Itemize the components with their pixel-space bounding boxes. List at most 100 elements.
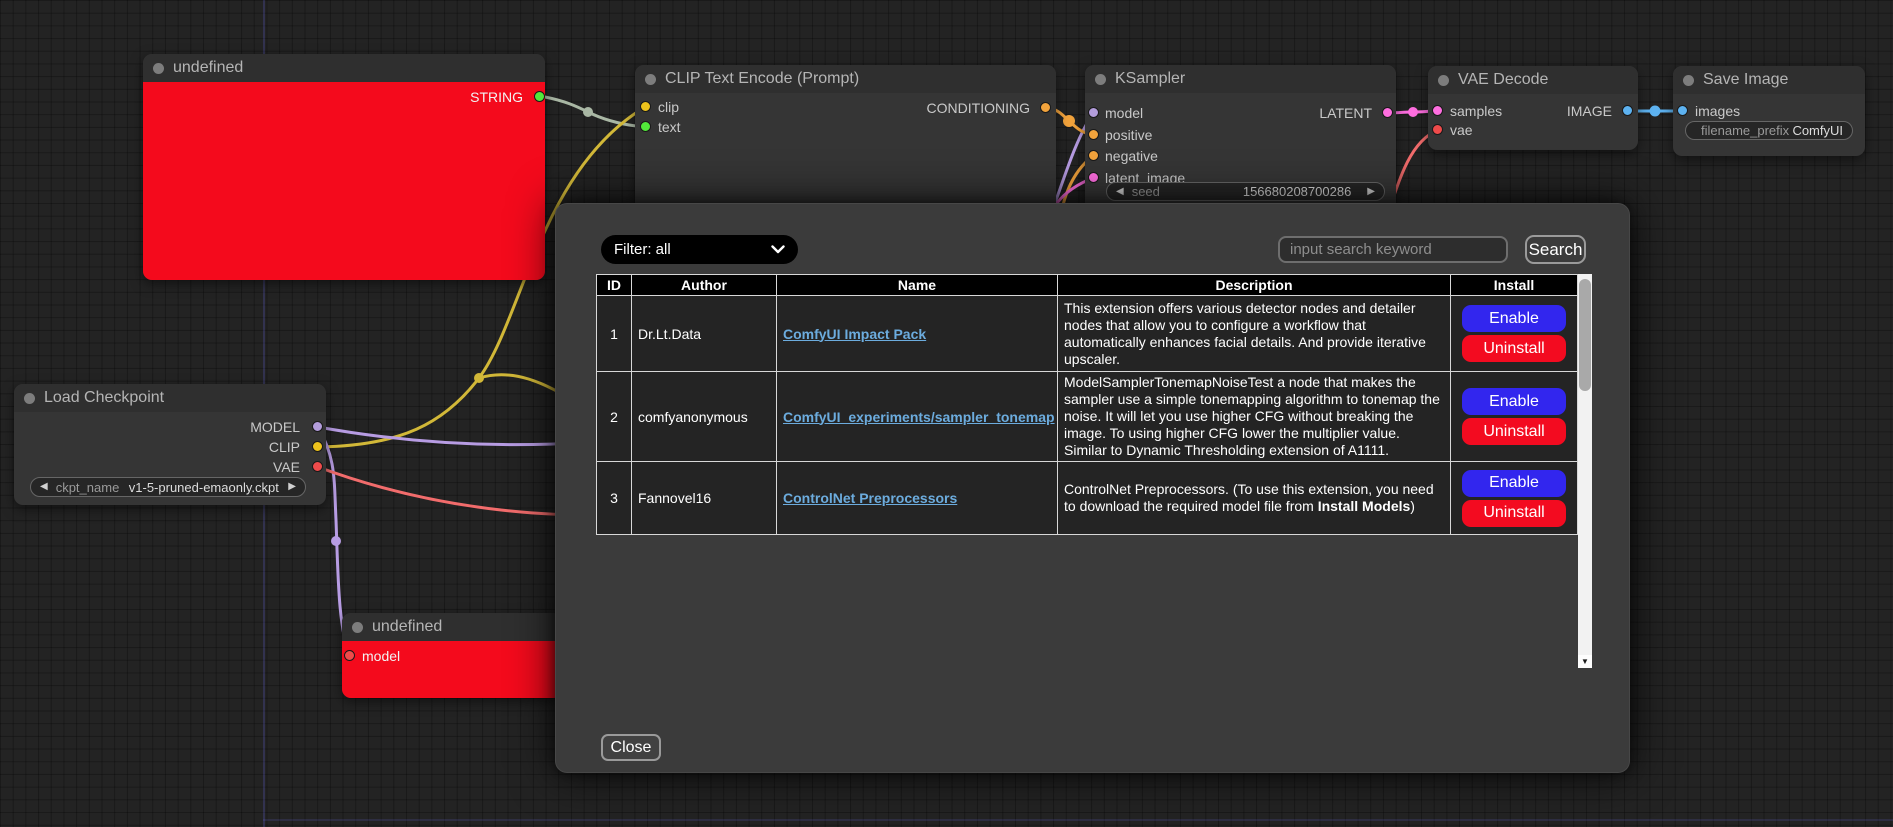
negative-input-port[interactable] [1088, 150, 1099, 161]
header-description: Description [1058, 275, 1451, 296]
node-title: Load Checkpoint [44, 389, 164, 407]
extensions-table: ID Author Name Description Install 1 Dr.… [596, 274, 1578, 535]
clip-input-port[interactable] [640, 101, 651, 112]
widget-value: 156680208700286 [1243, 184, 1351, 199]
node-collapse-dot[interactable] [153, 63, 164, 74]
scrollbar-down-arrow-icon[interactable]: ▼ [1578, 655, 1592, 668]
node-error-body [143, 82, 545, 280]
node-load-checkpoint[interactable]: Load Checkpoint MODEL CLIP VAE ◀ ckpt_na… [14, 384, 326, 505]
node-vae-decode[interactable]: VAE Decode samples vae IMAGE [1428, 66, 1638, 150]
cell-install: Enable Uninstall [1451, 372, 1578, 462]
output-label: CONDITIONING [927, 101, 1030, 116]
node-title: VAE Decode [1458, 71, 1548, 89]
model-output-port[interactable] [312, 421, 323, 432]
filename-prefix-widget[interactable]: filename_prefix ComfyUI [1685, 121, 1853, 140]
cell-description: ControlNet Preprocessors. (To use this e… [1058, 462, 1451, 535]
search-button[interactable]: Search [1525, 235, 1586, 264]
vae-input-port[interactable] [1432, 124, 1443, 135]
node-collapse-dot[interactable] [1683, 75, 1694, 86]
table-header-row: ID Author Name Description Install [597, 275, 1578, 296]
output-label: CLIP [269, 440, 300, 455]
extension-link[interactable]: ComfyUI Impact Pack [783, 326, 926, 342]
enable-button[interactable]: Enable [1462, 388, 1566, 415]
node-collapse-dot[interactable] [352, 622, 363, 633]
image-output-port[interactable] [1622, 105, 1633, 116]
node-title: KSampler [1115, 70, 1185, 88]
node-undefined-bottom[interactable]: undefined model [342, 613, 562, 698]
model-input-port[interactable] [344, 650, 355, 661]
cell-description: This extension offers various detector n… [1058, 296, 1451, 372]
samples-input-port[interactable] [1432, 105, 1443, 116]
latent-image-input-port[interactable] [1088, 172, 1099, 183]
header-name: Name [777, 275, 1058, 296]
extension-link[interactable]: ControlNet Preprocessors [783, 490, 957, 506]
cell-id: 3 [597, 462, 632, 535]
uninstall-button[interactable]: Uninstall [1462, 335, 1566, 362]
table-scrollbar[interactable]: ▼ [1578, 274, 1592, 668]
node-ksampler[interactable]: KSampler model positive negative latent_… [1085, 65, 1396, 215]
wire-string [545, 97, 645, 127]
node-collapse-dot[interactable] [645, 74, 656, 85]
seed-decrement-icon[interactable]: ◀ [1116, 187, 1124, 197]
input-label: clip [658, 100, 679, 115]
ckpt-next-icon[interactable]: ▶ [288, 482, 296, 492]
input-label: positive [1105, 128, 1152, 143]
input-label: negative [1105, 149, 1158, 164]
positive-input-port[interactable] [1088, 129, 1099, 140]
input-label: text [658, 120, 681, 135]
search-input[interactable] [1278, 236, 1508, 263]
latent-output-port[interactable] [1382, 107, 1393, 118]
cell-author: Dr.Lt.Data [632, 296, 777, 372]
node-collapse-dot[interactable] [1095, 74, 1106, 85]
seed-widget[interactable]: ◀ seed 156680208700286 ▶ [1106, 182, 1385, 201]
node-title: CLIP Text Encode (Prompt) [665, 70, 859, 88]
clip-output-port[interactable] [312, 441, 323, 452]
wire-image-dot [1650, 106, 1661, 117]
node-title: Save Image [1703, 71, 1788, 89]
vae-output-port[interactable] [312, 461, 323, 472]
wire-clip-dot [474, 373, 484, 383]
cell-description: ModelSamplerTonemapNoiseTest a node that… [1058, 372, 1451, 462]
string-output-port[interactable] [534, 91, 545, 102]
node-clip-text-encode[interactable]: CLIP Text Encode (Prompt) clip text COND… [635, 65, 1056, 225]
table-row: 3 Fannovel16 ControlNet Preprocessors Co… [597, 462, 1578, 535]
node-title: undefined [173, 59, 243, 77]
output-label: IMAGE [1567, 104, 1612, 119]
header-id: ID [597, 275, 632, 296]
filter-select[interactable]: Filter: all [601, 235, 798, 264]
conditioning-output-port[interactable] [1040, 102, 1051, 113]
cell-author: Fannovel16 [632, 462, 777, 535]
table-row: 1 Dr.Lt.Data ComfyUI Impact Pack This ex… [597, 296, 1578, 372]
ckpt-prev-icon[interactable]: ◀ [40, 482, 48, 492]
widget-name: seed [1132, 184, 1160, 199]
extension-link[interactable]: ComfyUI_experiments/sampler_tonemap [783, 409, 1055, 425]
widget-value: v1-5-pruned-emaonly.ckpt [129, 480, 279, 495]
input-label: samples [1450, 104, 1502, 119]
close-button[interactable]: Close [601, 734, 661, 761]
wire-model-dot [331, 536, 341, 546]
node-undefined-top[interactable]: undefined STRING [143, 54, 545, 280]
input-label: vae [1450, 123, 1473, 138]
input-label: model [1105, 106, 1143, 121]
cell-author: comfyanonymous [632, 372, 777, 462]
chevron-down-icon [771, 245, 785, 254]
node-collapse-dot[interactable] [24, 393, 35, 404]
enable-button[interactable]: Enable [1462, 305, 1566, 332]
uninstall-button[interactable]: Uninstall [1462, 418, 1566, 445]
model-input-port[interactable] [1088, 107, 1099, 118]
output-label: MODEL [250, 420, 300, 435]
cell-install: Enable Uninstall [1451, 462, 1578, 535]
seed-increment-icon[interactable]: ▶ [1367, 187, 1375, 197]
scrollbar-thumb[interactable] [1579, 279, 1591, 391]
header-install: Install [1451, 275, 1578, 296]
extensions-table-wrap: ID Author Name Description Install 1 Dr.… [596, 274, 1592, 668]
images-input-port[interactable] [1677, 105, 1688, 116]
node-save-image[interactable]: Save Image images filename_prefix ComfyU… [1673, 66, 1865, 156]
widget-value: ComfyUI [1792, 123, 1843, 138]
node-collapse-dot[interactable] [1438, 75, 1449, 86]
ckpt-name-widget[interactable]: ◀ ckpt_name v1-5-pruned-emaonly.ckpt ▶ [30, 477, 306, 497]
uninstall-button[interactable]: Uninstall [1462, 500, 1566, 527]
enable-button[interactable]: Enable [1462, 470, 1566, 497]
manager-dialog: Filter: all Search ID Author Name Descri… [555, 203, 1630, 773]
text-input-port[interactable] [640, 121, 651, 132]
